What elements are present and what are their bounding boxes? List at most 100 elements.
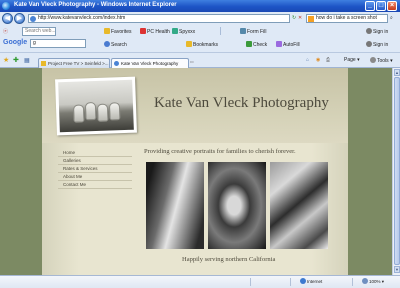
refresh-icon[interactable]: ↻ (292, 15, 296, 21)
check-button[interactable]: Check (246, 41, 267, 48)
autofill-icon (276, 41, 282, 47)
scroll-up-arrow-icon[interactable]: ▲ (394, 69, 400, 76)
quick-tabs-icon[interactable]: ▦ (24, 57, 30, 64)
google-logo[interactable]: Google (3, 39, 27, 46)
stop-icon[interactable]: ✕ (298, 15, 302, 21)
nav-galleries[interactable]: Galleries (58, 157, 132, 165)
back-button[interactable]: ◀ (2, 13, 13, 24)
tab-row: ★ ✚ ▦ Project Free TV > Seinfeld >... Ka… (0, 52, 400, 68)
page-menu-label: Page (344, 57, 356, 63)
check-label: Check (253, 42, 268, 48)
status-bar: Internet 100% ▾ (0, 275, 400, 288)
scrollbar-thumb[interactable] (394, 77, 400, 265)
tab-kate-van-vleck[interactable]: Kate Van Vleck Photography (111, 58, 189, 68)
nav-home[interactable]: Home (58, 149, 132, 157)
google-input-value: g (33, 40, 36, 46)
pc-health-icon (140, 28, 146, 34)
bookmarks-menu[interactable]: Bookmarks (186, 41, 218, 48)
form-fill-label: Form Fill (247, 29, 267, 35)
google-search-label: Search (111, 42, 127, 48)
portrait-photo-woman[interactable] (208, 162, 266, 249)
home-icon[interactable]: ⌂ (306, 57, 309, 63)
favorites-center-star-icon[interactable]: ★ (3, 56, 9, 64)
status-divider (352, 278, 353, 286)
close-button[interactable]: × (387, 1, 397, 11)
autofill-label: AutoFill (283, 42, 300, 48)
zoom-label: 100% (369, 279, 381, 284)
browser-chrome: ◀ ▶ http://www.katevanvleck.com/index.ht… (0, 12, 400, 68)
favorites-menu[interactable]: Favorites (104, 28, 132, 35)
window-title-bar[interactable]: Kate Van Vleck Photography - Windows Int… (0, 0, 400, 12)
globe-icon (300, 278, 306, 284)
zoom-icon (362, 278, 368, 284)
google-toolbar: Google g Search Bookmarks Check AutoFill… (0, 38, 400, 50)
live-search-value: how do i take a screen shot (316, 15, 377, 21)
vertical-scrollbar[interactable]: ▲ ▼ (392, 68, 400, 275)
status-divider (290, 278, 291, 286)
window-title: Kate Van Vleck Photography - Windows Int… (14, 2, 177, 8)
maximize-button[interactable]: □ (376, 1, 386, 11)
form-fill-menu[interactable]: Form Fill (240, 28, 266, 35)
site-page: Kate Van Vleck Photography Home Gallerie… (42, 68, 348, 275)
spyware-icon (172, 28, 178, 34)
bookmark-icon (186, 41, 192, 47)
site-nav: Home Galleries Rates & Services About Me… (58, 149, 132, 189)
links-toolbar: ⓔ Search web... Favorites PC Health Spyx… (0, 26, 400, 37)
page-icon (30, 16, 36, 22)
forward-button[interactable]: ▶ (14, 13, 25, 24)
tools-menu[interactable]: Tools ▾ (370, 57, 393, 64)
tab-label: Project Free TV > Seinfeld >... (48, 61, 109, 66)
nav-about-me[interactable]: About Me (58, 173, 132, 181)
portrait-photo-maternity[interactable] (146, 162, 204, 249)
google-search-input[interactable]: g (30, 39, 86, 48)
feeds-icon[interactable]: ◉ (316, 57, 320, 63)
nav-contact-me[interactable]: Contact Me (58, 181, 132, 189)
search-go-icon[interactable]: ⌕ (390, 15, 393, 21)
pc-health-menu[interactable]: PC Health (140, 28, 170, 35)
zone-label: Internet (307, 279, 323, 284)
minimize-button[interactable]: _ (365, 1, 375, 11)
spyware-menu[interactable]: Spyxxx (172, 28, 195, 35)
gear-icon (370, 57, 376, 63)
add-favorites-icon[interactable]: ✚ (13, 56, 19, 64)
address-row: ◀ ▶ http://www.katevanvleck.com/index.ht… (0, 13, 400, 25)
foot-shape (108, 102, 121, 121)
toolbar-search-input[interactable]: Search web... (22, 27, 56, 36)
toolbar-search-placeholder: Search web... (25, 28, 56, 34)
toolbar-sign-in[interactable]: Sign in (366, 28, 388, 35)
header-baby-feet-photo[interactable] (55, 76, 137, 136)
site-footer-text: Happily serving northern California (182, 256, 276, 263)
foot-shape (84, 102, 97, 121)
zoom-level[interactable]: 100% ▾ (362, 278, 384, 286)
new-tab-button[interactable]: ▭ (190, 59, 194, 64)
foot-shape (96, 103, 109, 122)
toolbar-separator (220, 27, 221, 35)
pc-health-label: PC Health (147, 29, 170, 35)
address-url: http://www.katevanvleck.com/index.htm (38, 15, 126, 21)
page-menu[interactable]: Page ▾ (344, 57, 360, 63)
photo-image (58, 79, 134, 133)
sign-in-label: Sign in (373, 29, 389, 35)
google-sign-in-label: Sign in (373, 42, 389, 48)
tab-project-free-tv[interactable]: Project Free TV > Seinfeld >... (38, 58, 110, 68)
favorites-label: Favorites (111, 29, 132, 35)
tab-label: Kate Van Vleck Photography (121, 61, 179, 66)
autofill-button[interactable]: AutoFill (276, 41, 300, 48)
address-input[interactable]: http://www.katevanvleck.com/index.htm (28, 14, 290, 23)
page-viewport[interactable]: Kate Van Vleck Photography Home Gallerie… (0, 68, 392, 275)
portrait-photo-couple[interactable] (270, 162, 328, 249)
tools-menu-label: Tools (377, 58, 389, 64)
spellcheck-icon (246, 41, 252, 47)
site-header: Kate Van Vleck Photography (42, 68, 348, 143)
tab-favicon (41, 61, 46, 66)
google-search-button[interactable]: Search (104, 41, 127, 48)
spyware-label: Spyxxx (179, 29, 196, 35)
nav-rates-services[interactable]: Rates & Services (58, 165, 132, 173)
star-icon (104, 28, 110, 34)
security-zone[interactable]: Internet (300, 278, 322, 286)
scroll-down-arrow-icon[interactable]: ▼ (394, 266, 400, 273)
live-search-input[interactable]: how do i take a screen shot (306, 14, 388, 23)
site-title: Kate Van Vleck Photography (154, 95, 329, 111)
google-sign-in[interactable]: Sign in (366, 41, 388, 48)
print-icon[interactable]: ⎙ (326, 57, 330, 63)
